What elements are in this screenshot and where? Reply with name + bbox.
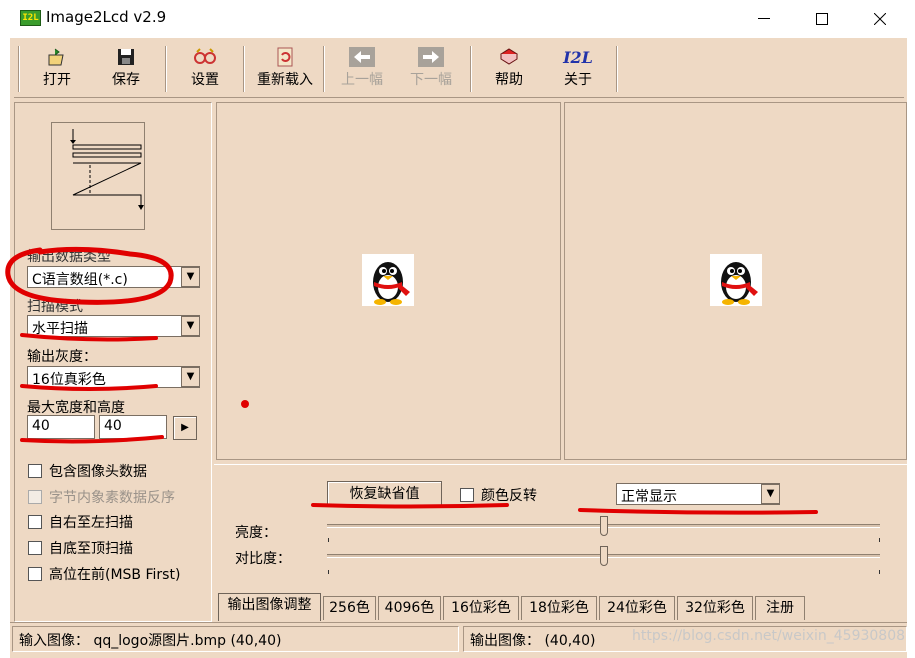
- include-header-checkbox[interactable]: [28, 464, 42, 478]
- minimize-icon: [758, 18, 770, 19]
- tab-256-colors[interactable]: 256色: [323, 596, 376, 620]
- dropdown-arrow-icon[interactable]: ▼: [181, 367, 200, 387]
- gray-label: 输出灰度：: [27, 349, 97, 365]
- dropdown-arrow-icon[interactable]: ▼: [181, 267, 200, 287]
- output-penguin-image: [710, 254, 762, 306]
- about-label: 关于: [564, 72, 592, 88]
- msb-first-checkbox[interactable]: [28, 567, 42, 581]
- toolbar-separator: [243, 46, 245, 92]
- scan-mode-value: 水平扫描: [32, 321, 88, 337]
- contrast-label: 对比度：: [235, 551, 291, 567]
- gray-value: 16位真彩色: [32, 372, 106, 388]
- bottom-to-top-label: 自底至顶扫描: [49, 541, 133, 557]
- tab-24bit-color[interactable]: 24位彩色: [599, 596, 675, 620]
- help-book-icon: [476, 46, 542, 70]
- next-arrow-icon: [398, 46, 464, 70]
- watermark-text: https://blog.csdn.net/weixin_45930808: [632, 628, 906, 644]
- right-to-left-checkbox[interactable]: [28, 515, 42, 529]
- maximize-button[interactable]: [793, 0, 851, 38]
- scan-mode-select[interactable]: 水平扫描 ▼: [27, 315, 200, 337]
- about-i2l-icon: I2L: [563, 48, 593, 67]
- right-to-left-label: 自右至左扫描: [49, 515, 133, 531]
- reload-label: 重新载入: [257, 72, 313, 88]
- save-button[interactable]: 保存: [93, 46, 159, 94]
- tab-register[interactable]: 注册: [755, 596, 805, 620]
- max-width-input[interactable]: 40: [27, 415, 95, 439]
- tab-output-adjust[interactable]: 输出图像调整: [218, 593, 321, 621]
- tab-16bit-color[interactable]: 16位彩色: [443, 596, 519, 620]
- output-type-value: C语言数组(*.c): [32, 272, 128, 288]
- tab-32bit-color[interactable]: 32位彩色: [677, 596, 753, 620]
- next-image-label: 下一幅: [410, 72, 452, 88]
- scan-direction-icon: [70, 129, 144, 210]
- dropdown-arrow-icon[interactable]: ▼: [181, 316, 200, 336]
- apply-size-button[interactable]: ▶: [173, 416, 197, 440]
- settings-button[interactable]: 设置: [172, 46, 238, 94]
- save-icon: [93, 46, 159, 70]
- settings-label: 设置: [191, 72, 219, 88]
- maximize-icon: [816, 13, 828, 25]
- reverse-bytes-checkbox[interactable]: [28, 490, 42, 504]
- prev-image-button[interactable]: 上一幅: [329, 46, 395, 94]
- scan-mode-label: 扫描模式: [27, 299, 83, 315]
- msb-first-label: 高位在前(MSB First): [49, 567, 181, 583]
- toolbar-separator: [616, 46, 618, 92]
- prev-image-label: 上一幅: [341, 72, 383, 88]
- scan-mode-diagram: [51, 122, 145, 230]
- next-image-button[interactable]: 下一幅: [398, 46, 464, 94]
- about-button[interactable]: I2L 关于: [545, 46, 611, 94]
- toolbar-separator: [323, 46, 325, 92]
- window-title: Image2Lcd v2.9: [46, 8, 167, 26]
- toolbar-grip: [18, 46, 20, 92]
- play-arrow-icon: ▶: [181, 422, 189, 433]
- reset-defaults-button[interactable]: 恢复缺省值: [327, 481, 442, 507]
- reload-icon: [249, 46, 321, 70]
- brightness-label: 亮度：: [235, 525, 277, 541]
- open-label: 打开: [43, 72, 71, 88]
- settings-glasses-icon: [172, 46, 238, 70]
- output-type-label: 输出数据类型: [27, 249, 111, 265]
- invert-colors-label: 颜色反转: [481, 488, 537, 504]
- help-label: 帮助: [495, 72, 523, 88]
- reverse-bytes-label: 字节内象素数据反序: [49, 490, 175, 506]
- close-icon: [874, 13, 886, 25]
- input-image-status: 输入图像： qq_logo源图片.bmp (40,40): [12, 626, 459, 652]
- brightness-slider-thumb[interactable]: [599, 516, 608, 536]
- display-mode-select[interactable]: 正常显示 ▼: [616, 483, 780, 505]
- open-button[interactable]: 打开: [24, 46, 90, 94]
- app-icon: I2L: [20, 10, 41, 26]
- gray-select[interactable]: 16位真彩色 ▼: [27, 366, 200, 388]
- display-mode-value: 正常显示: [621, 489, 677, 505]
- slider-ticks: [328, 538, 880, 574]
- open-icon: [24, 46, 90, 70]
- invert-colors-checkbox[interactable]: [460, 488, 474, 502]
- max-height-input[interactable]: 40: [99, 415, 167, 439]
- prev-arrow-icon: [329, 46, 395, 70]
- max-size-label: 最大宽度和高度: [27, 400, 125, 416]
- include-header-label: 包含图像头数据: [49, 464, 147, 480]
- reload-button[interactable]: 重新载入: [249, 46, 321, 94]
- minimize-button[interactable]: [735, 0, 793, 38]
- input-penguin-image: [362, 254, 414, 306]
- tab-4096-colors[interactable]: 4096色: [378, 596, 441, 620]
- save-label: 保存: [112, 72, 140, 88]
- help-button[interactable]: 帮助: [476, 46, 542, 94]
- toolbar-separator: [165, 46, 167, 92]
- close-button[interactable]: [851, 0, 909, 38]
- tab-18bit-color[interactable]: 18位彩色: [521, 596, 597, 620]
- output-type-select[interactable]: C语言数组(*.c) ▼: [27, 266, 200, 288]
- toolbar-separator: [470, 46, 472, 92]
- dropdown-arrow-icon[interactable]: ▼: [761, 484, 780, 504]
- bottom-to-top-checkbox[interactable]: [28, 541, 42, 555]
